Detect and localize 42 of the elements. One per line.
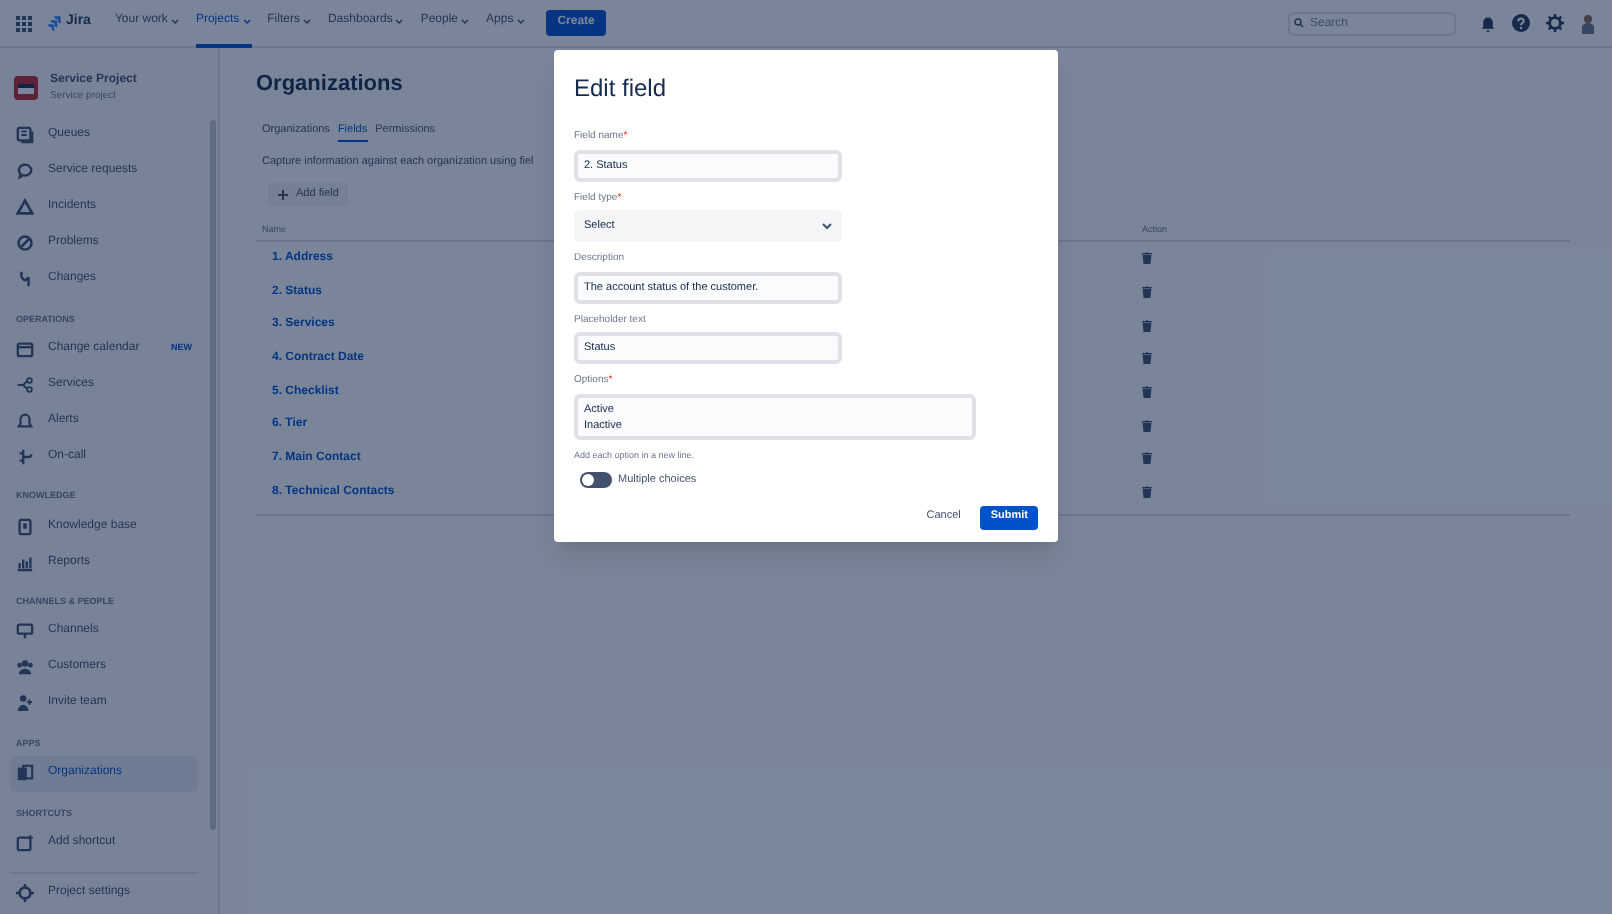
help-icon[interactable] bbox=[1512, 14, 1530, 32]
chevron-down-icon bbox=[301, 16, 312, 26]
plus-icon bbox=[278, 189, 288, 199]
speech-bubble-icon bbox=[16, 162, 34, 180]
add-person-icon bbox=[16, 694, 34, 713]
settings-icon bbox=[16, 883, 34, 902]
queue-icon bbox=[16, 126, 34, 144]
toggle-switch[interactable] bbox=[580, 472, 612, 489]
trash-icon[interactable] bbox=[1142, 252, 1152, 265]
book-icon bbox=[16, 517, 34, 535]
dialog-title: Edit field bbox=[574, 72, 669, 106]
connected-nodes-icon bbox=[16, 375, 34, 394]
calendar-icon bbox=[16, 339, 34, 358]
chevron-down-icon bbox=[515, 16, 526, 26]
triangle-icon bbox=[16, 198, 34, 216]
chevron-down-icon bbox=[169, 16, 180, 26]
notification-bell-icon[interactable] bbox=[1480, 15, 1496, 31]
add-square-icon bbox=[16, 833, 34, 852]
page-title: Organizations bbox=[256, 70, 403, 100]
chevron-down-icon bbox=[822, 222, 832, 230]
settings-icon[interactable] bbox=[1546, 14, 1564, 32]
trash-icon[interactable] bbox=[1142, 286, 1152, 299]
search-icon bbox=[1294, 18, 1304, 28]
bell-icon bbox=[16, 411, 34, 430]
app-grid-icon[interactable] bbox=[16, 15, 32, 31]
monitor-icon bbox=[16, 622, 34, 641]
trash-icon[interactable] bbox=[1142, 452, 1152, 465]
people-group-icon bbox=[16, 658, 34, 677]
trash-icon[interactable] bbox=[1142, 419, 1152, 432]
trash-icon[interactable] bbox=[1142, 352, 1152, 365]
trash-icon[interactable] bbox=[1142, 486, 1152, 499]
chevron-down-icon bbox=[394, 16, 405, 26]
trash-icon[interactable] bbox=[1142, 319, 1152, 332]
building-icon bbox=[16, 764, 34, 782]
prohibited-circle-icon bbox=[16, 234, 34, 252]
logo-icon[interactable] bbox=[48, 15, 62, 31]
project-avatar-icon bbox=[14, 76, 38, 101]
avatar-icon[interactable] bbox=[1580, 13, 1596, 33]
chevron-down-icon bbox=[460, 16, 471, 26]
trash-icon[interactable] bbox=[1142, 386, 1152, 399]
bar-chart-icon bbox=[16, 553, 34, 571]
chevron-down-icon bbox=[241, 16, 252, 26]
